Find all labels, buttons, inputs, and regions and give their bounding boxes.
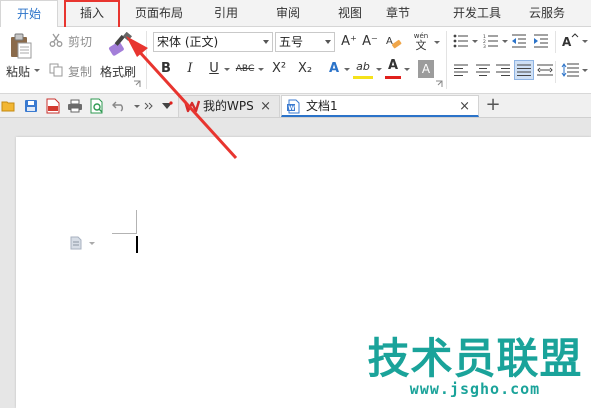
annotation-arrow-icon [126,36,238,160]
